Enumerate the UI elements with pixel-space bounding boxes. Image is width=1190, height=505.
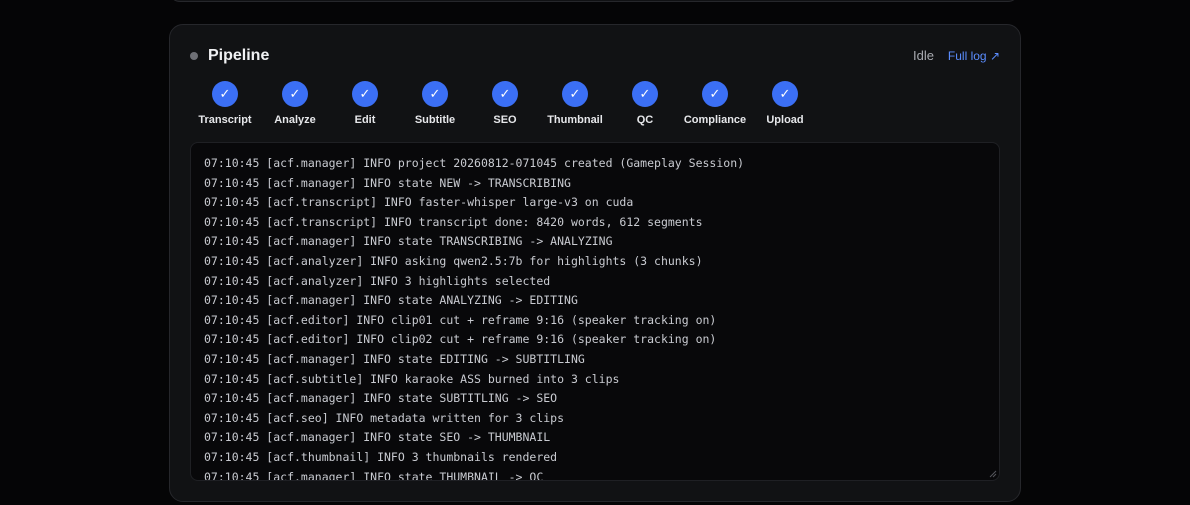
pipeline-title: Pipeline [208,47,270,64]
status-dot [190,52,198,60]
log-output[interactable]: 07:10:45 [acf.manager] INFO project 2026… [190,142,1000,481]
check-icon: ✓ [422,81,448,107]
check-icon: ✓ [212,81,238,107]
log-line: 07:10:45 [acf.editor] INFO clip02 cut + … [204,332,717,347]
log-line: 07:10:45 [acf.manager] INFO state SEO ->… [204,430,551,445]
log-line: 07:10:45 [acf.manager] INFO state THUMBN… [204,469,544,481]
check-icon: ✓ [562,81,588,107]
log-line: 07:10:45 [acf.editor] INFO clip01 cut + … [204,312,717,327]
previous-card [169,0,1019,2]
log-line: 07:10:45 [acf.manager] INFO state ANALYZ… [204,293,578,308]
full-log-link[interactable]: Full log ↗ [948,46,1000,66]
log-line: 07:10:45 [acf.analyzer] INFO 3 highlight… [204,273,551,288]
log-line: 07:10:45 [acf.transcript] INFO transcrip… [204,214,703,229]
pipeline-header: Pipeline Idle Full log ↗ [190,45,1000,67]
log-lines: 07:10:45 [acf.manager] INFO project 2026… [204,154,989,481]
pipeline-status: Idle [913,48,934,63]
check-icon: ✓ [492,81,518,107]
log-line: 07:10:45 [acf.analyzer] INFO asking qwen… [204,253,703,268]
log-line: 07:10:45 [acf.manager] INFO state EDITIN… [204,351,585,366]
check-icon: ✓ [772,81,798,107]
pipeline-step-label: Upload [766,114,804,126]
log-line: 07:10:45 [acf.seo] INFO metadata written… [204,410,565,425]
log-line: 07:10:45 [acf.thumbnail] INFO 3 thumbnai… [204,449,558,464]
resize-handle-icon[interactable] [989,470,997,478]
check-icon: ✓ [702,81,728,107]
log-line: 07:10:45 [acf.manager] INFO state TRANSC… [204,234,613,249]
log-line: 07:10:45 [acf.manager] INFO state NEW ->… [204,175,571,190]
check-icon: ✓ [282,81,308,107]
log-line: 07:10:45 [acf.transcript] INFO faster-wh… [204,195,634,210]
log-line: 07:10:45 [acf.manager] INFO project 2026… [204,156,745,170]
pipeline-card: Pipeline Idle Full log ↗ ✓ Transcript ✓ Ana… [169,24,1021,502]
log-line: 07:10:45 [acf.manager] INFO state SUBTIT… [204,391,558,406]
log-line: 07:10:45 [acf.subtitle] INFO karaoke ASS… [204,371,620,386]
check-icon: ✓ [352,81,378,107]
check-icon: ✓ [632,81,658,107]
pipeline-step[interactable]: ✓ Upload [750,81,820,129]
